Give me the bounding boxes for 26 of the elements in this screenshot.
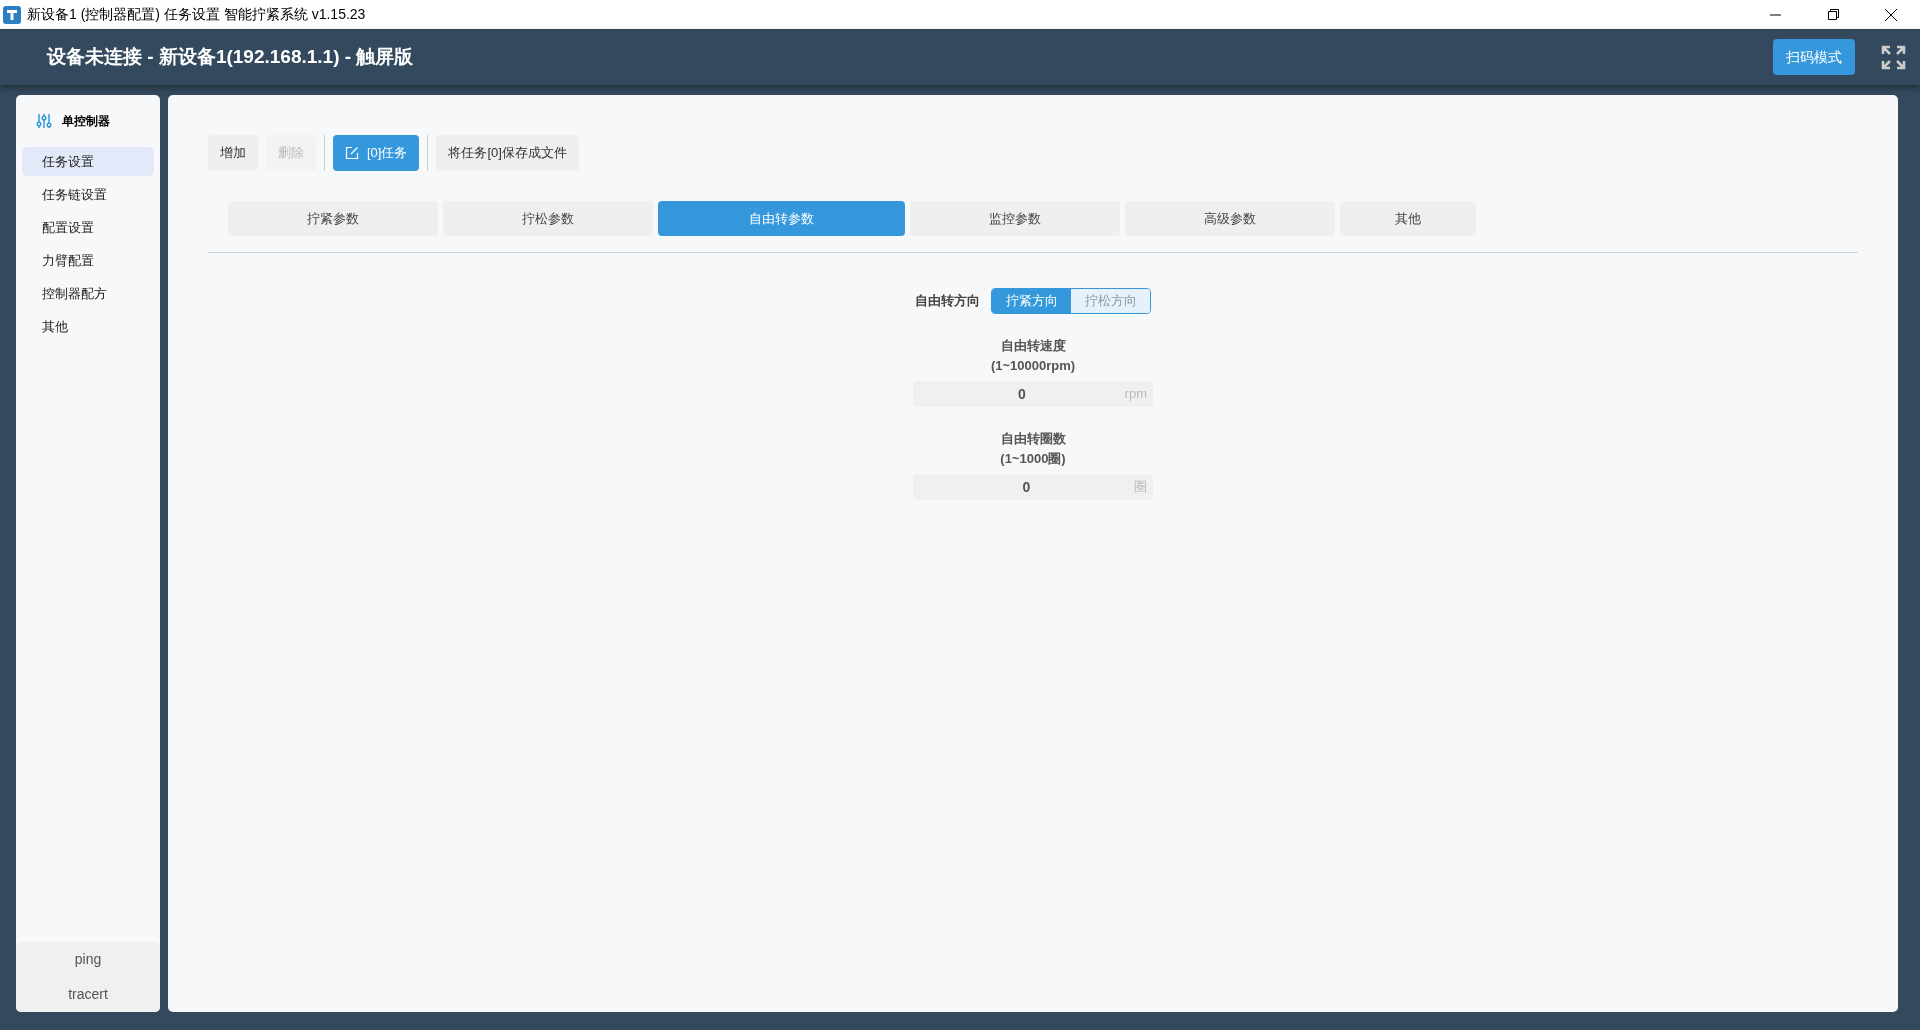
direction-label: 自由转方向 [915,292,980,311]
close-icon [1885,8,1897,21]
header-title: 设备未连接 - 新设备1(192.168.1.1) - 触屏版 [47,44,414,69]
field-range: (1~10000rpm) [990,356,1076,375]
window-title: 新设备1 (控制器配置) 任务设置 智能拧紧系统 v1.15.23 [27,5,366,24]
restore-icon [1827,9,1839,20]
input-value: 0 [1016,384,1027,404]
tool-link[interactable]: tracert [16,977,160,1012]
sidebar-title: 单控制器 [62,113,110,130]
tab[interactable]: 拧紧参数 [228,201,438,236]
tool-link[interactable]: ping [16,942,160,977]
tab[interactable]: 监控参数 [910,201,1120,236]
sidebar-item[interactable]: 任务设置 [22,147,154,176]
input-value: 0 [1021,477,1032,497]
toolbar-button[interactable]: 增加 [208,135,258,171]
edit-icon [345,146,359,160]
field-label: 自由转圈数 [1000,430,1066,448]
toolbar-button[interactable]: 将任务[0]保存成文件 [436,135,579,171]
fullscreen-icon[interactable] [1881,44,1906,70]
sliders-icon [36,113,52,129]
tab[interactable]: 拧松参数 [443,201,653,236]
field-label: 自由转速度 [1000,337,1066,355]
field-range: (1~1000圈) [1000,449,1066,468]
tab[interactable]: 其他 [1340,201,1476,236]
app-logo-icon [3,5,21,24]
tab[interactable]: 高级参数 [1125,201,1335,236]
